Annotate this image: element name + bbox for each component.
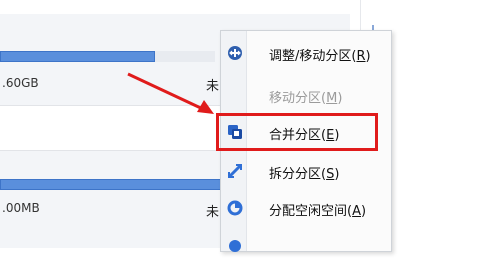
pointer-arrow: [127, 72, 214, 114]
